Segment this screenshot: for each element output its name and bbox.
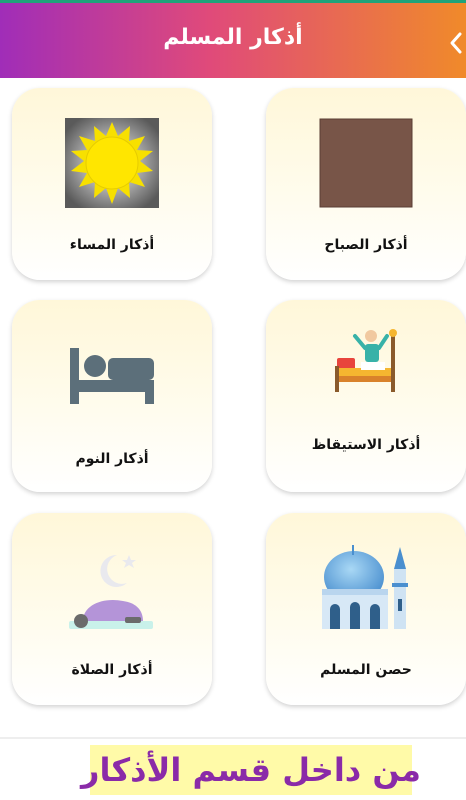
card-prayer-adhkar[interactable]: أذكار الصلاة xyxy=(12,513,212,705)
card-label: أذكار المساء xyxy=(69,237,155,253)
mosque-icon xyxy=(322,545,408,629)
divider xyxy=(0,737,466,739)
card-morning-adhkar[interactable]: أذكار الصباح xyxy=(266,88,466,280)
page-title: أذكار المسلم xyxy=(163,25,303,50)
prayer-prostration-icon xyxy=(69,554,153,629)
waking-up-bed-icon xyxy=(335,329,397,392)
card-label: أذكار النوم xyxy=(75,451,149,467)
card-evening-adhkar[interactable]: أذكار المساء xyxy=(12,88,212,280)
card-sleep-adhkar[interactable]: أذكار النوم xyxy=(12,300,212,492)
sun-icon xyxy=(65,118,159,208)
card-hisn-almuslim[interactable]: حصن المسلم xyxy=(266,513,466,705)
caption-text: من داخل قسم الأذكار xyxy=(81,751,421,789)
app-header: أذكار المسلم xyxy=(0,0,466,78)
chevron-left-icon xyxy=(450,32,462,54)
bed-icon xyxy=(70,348,154,404)
card-label: حصن المسلم xyxy=(320,662,412,678)
card-label: أذكار الصلاة xyxy=(71,662,153,678)
morning-brown-square-icon xyxy=(319,118,413,208)
back-button[interactable] xyxy=(446,29,466,57)
caption-banner: من داخل قسم الأذكار xyxy=(81,745,421,795)
card-label: أذكار الصباح xyxy=(324,237,408,253)
card-waking-adhkar[interactable]: أذكار الاستيقاظ xyxy=(266,300,466,492)
card-label: أذكار الاستيقاظ xyxy=(311,437,421,453)
